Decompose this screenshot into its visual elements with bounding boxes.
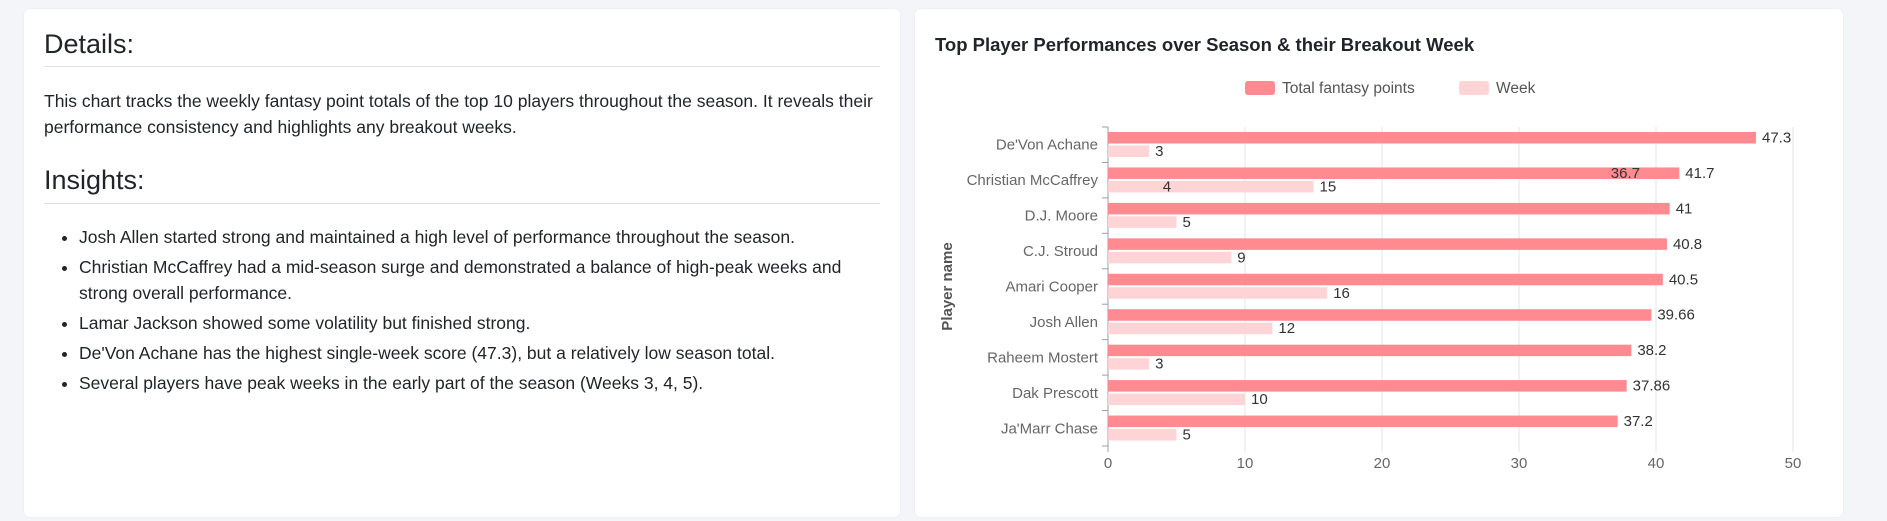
y-tick-label: Ja'Marr Chase (1001, 420, 1098, 437)
annotation-label: 36.7 (1611, 165, 1640, 182)
bar-week (1108, 287, 1328, 299)
data-label: 5 (1183, 214, 1191, 231)
insight-item: Several players have peak weeks in the e… (79, 370, 880, 396)
insight-item: Lamar Jackson showed some volatility but… (79, 310, 880, 336)
x-tick-label: 20 (1374, 455, 1391, 472)
legend-swatch-1 (1459, 81, 1489, 95)
legend-swatch-0 (1245, 81, 1275, 95)
data-label: 40.8 (1673, 236, 1702, 253)
bar-total (1108, 132, 1757, 144)
data-label: 16 (1333, 285, 1350, 302)
insights-list: Josh Allen started strong and maintained… (44, 224, 880, 396)
data-label: 10 (1251, 391, 1268, 408)
y-tick-label: Christian McCaffrey (967, 172, 1099, 189)
insight-item: Christian McCaffrey had a mid-season sur… (79, 254, 880, 306)
details-card: Details: This chart tracks the weekly fa… (24, 9, 900, 517)
data-label: 40.5 (1669, 271, 1698, 288)
data-label: 9 (1237, 249, 1245, 266)
data-label: 41 (1676, 200, 1693, 217)
bar-chart: Top Player Performances over Season & th… (935, 34, 1802, 472)
y-tick-label: D.J. Moore (1025, 208, 1098, 225)
y-tick-label: De'Von Achane (996, 137, 1098, 154)
data-label: 3 (1155, 143, 1163, 160)
data-label: 3 (1155, 356, 1163, 373)
bar-week (1108, 180, 1314, 193)
data-label: 37.86 (1633, 378, 1671, 395)
data-label: 47.3 (1762, 130, 1791, 147)
page: Details: This chart tracks the weekly fa… (0, 0, 1887, 521)
bar-week (1108, 251, 1232, 264)
annotation-label: 4 (1163, 178, 1171, 195)
data-label: 38.2 (1637, 342, 1666, 359)
y-tick-label: Raheem Mostert (987, 349, 1099, 366)
bar-week (1108, 216, 1177, 228)
bar-week (1108, 322, 1273, 335)
x-tick-label: 30 (1511, 455, 1528, 472)
bar-total (1108, 273, 1663, 286)
legend-label-1: Week (1496, 80, 1536, 97)
data-label: 37.2 (1624, 413, 1653, 430)
legend-label-0: Total fantasy points (1282, 80, 1415, 97)
x-tick-label: 0 (1104, 455, 1112, 472)
data-label: 15 (1320, 178, 1337, 195)
y-tick-label: C.J. Stroud (1023, 243, 1098, 260)
details-text: This chart tracks the weekly fantasy poi… (44, 91, 873, 138)
data-label: 5 (1183, 427, 1191, 444)
x-tick-label: 40 (1648, 455, 1665, 472)
x-tick-label: 50 (1785, 455, 1802, 472)
chart-card: Top Player Performances over Season & th… (915, 9, 1843, 517)
bar-total (1108, 238, 1667, 250)
insight-item: De'Von Achane has the highest single-wee… (79, 340, 880, 366)
insights-heading: Insights: (44, 164, 880, 204)
bar-week (1108, 429, 1177, 441)
chart-title: Top Player Performances over Season & th… (935, 34, 1475, 55)
data-label: 39.66 (1657, 307, 1695, 324)
insight-item: Josh Allen started strong and maintained… (79, 224, 880, 250)
bar-total (1108, 344, 1632, 357)
bar-total (1108, 167, 1680, 179)
y-tick-label: Amari Cooper (1005, 279, 1098, 296)
x-tick-label: 10 (1237, 455, 1254, 472)
bar-week (1108, 358, 1150, 370)
bar-total (1108, 202, 1670, 215)
bar-total (1108, 380, 1627, 392)
bar-total (1108, 309, 1652, 321)
data-label: 12 (1278, 320, 1295, 337)
data-label: 41.7 (1685, 165, 1714, 182)
y-axis-title: Player name (939, 242, 956, 330)
bar-week (1108, 145, 1150, 157)
y-tick-label: Dak Prescott (1012, 385, 1099, 402)
details-heading: Details: (44, 28, 880, 68)
bar-week (1108, 393, 1245, 406)
bar-total (1108, 415, 1618, 428)
y-tick-label: Josh Allen (1030, 314, 1098, 331)
